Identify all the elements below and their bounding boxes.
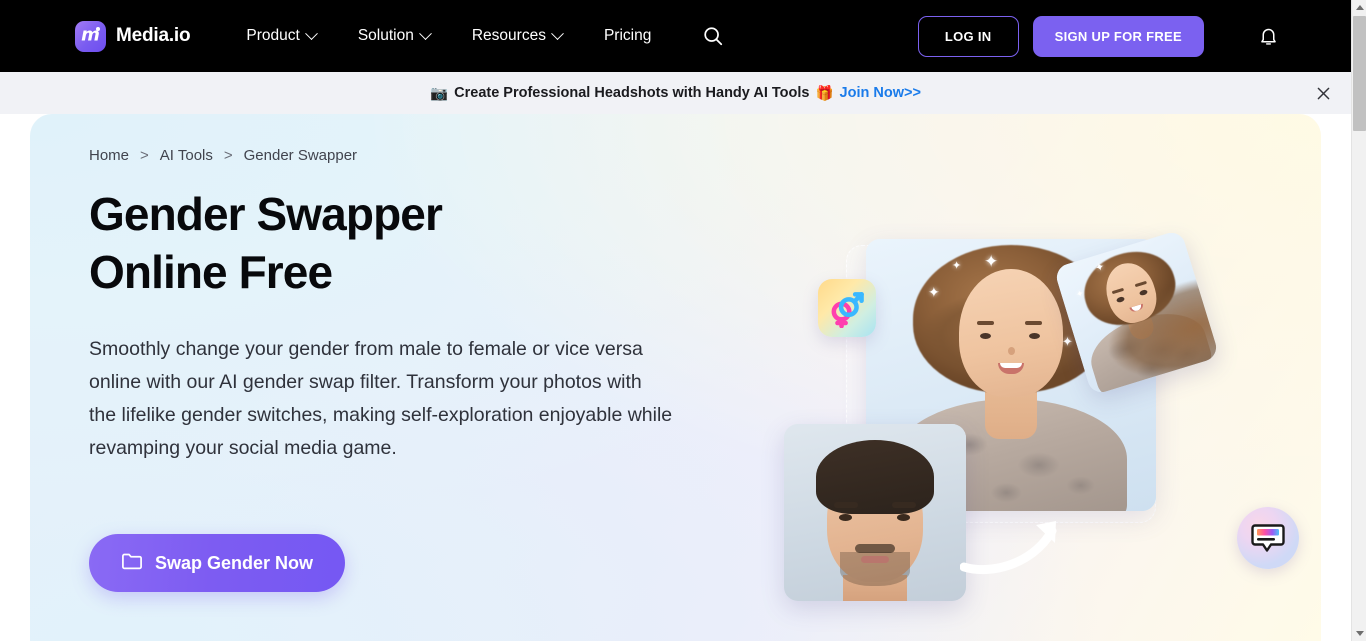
join-now-link[interactable]: Join Now>> [840,85,921,101]
chevron-down-icon [304,26,318,40]
logo-dot [96,26,100,31]
breadcrumb-item-gender-swapper: Gender Swapper [243,147,358,164]
scrollbar-thumb[interactable] [1353,16,1366,131]
vertical-scrollbar[interactable] [1351,0,1366,641]
promo-message: 📷 Create Professional Headshots with Han… [430,85,921,102]
login-button[interactable]: LOG IN [917,15,1019,57]
nav-label: Pricing [603,27,652,44]
bell-icon[interactable] [1251,19,1285,53]
main-navigation: Product Solution Resources Pricing [225,0,730,72]
swap-gender-now-button[interactable]: Swap Gender Now [89,534,345,592]
nav-label: Resources [471,27,546,44]
chevron-down-icon [418,26,432,40]
scroll-up-arrow[interactable] [1352,0,1366,15]
close-icon[interactable] [1311,81,1335,105]
chat-support-button[interactable] [1237,507,1299,569]
scroll-down-arrow[interactable] [1352,626,1366,641]
breadcrumb-item-home[interactable]: Home [89,147,129,164]
auth-actions: LOG IN SIGN UP FOR FREE [917,15,1285,57]
page-right-edge [1336,114,1351,641]
breadcrumb: Home > AI Tools > Gender Swapper [89,147,357,164]
portrait-face [959,269,1063,397]
breadcrumb-item-ai-tools[interactable]: AI Tools [160,147,213,164]
page-root: m Media.io Product Solution Resources Pr… [0,0,1366,641]
site-header: m Media.io Product Solution Resources Pr… [0,0,1351,72]
breadcrumb-separator: > [223,147,233,164]
promo-banner: 📷 Create Professional Headshots with Han… [0,72,1351,114]
promo-text-label: Create Professional Headshots with Handy… [454,85,810,101]
nav-item-product[interactable]: Product [225,0,336,72]
male-moustache [855,544,895,553]
curved-arrow-icon [959,509,1080,579]
search-icon[interactable] [696,19,730,53]
gender-symbols-icon [818,279,876,337]
folder-icon [121,551,143,576]
nav-item-pricing[interactable]: Pricing [583,0,672,72]
media-io-logo-icon: m [75,20,106,52]
hero-section: Home > AI Tools > Gender Swapper Gender … [30,114,1321,641]
nav-item-resources[interactable]: Resources [451,0,583,72]
logo-letter: m [81,24,100,46]
male-portrait-image [784,424,966,601]
camera-icon: 📷 [430,85,449,102]
page-title: Gender Swapper Online Free [89,188,443,298]
male-mouth [861,556,889,563]
nav-label: Solution [357,27,414,44]
hero-artwork: ✦ ✦ ✦ ✦ ✦ ✦ [720,114,1320,641]
chevron-down-icon [551,26,564,40]
chat-bubble-icon [1251,524,1285,552]
brand-name: Media.io [116,25,191,46]
brand-logo[interactable]: m Media.io [75,20,191,52]
cta-label: Swap Gender Now [154,552,314,573]
gift-icon: 🎁 [815,85,834,102]
nav-label: Product [246,27,300,44]
signup-button[interactable]: SIGN UP FOR FREE [1032,15,1204,57]
hero-description: Smoothly change your gender from male to… [89,338,673,459]
breadcrumb-separator: > [140,147,149,164]
nav-item-solution[interactable]: Solution [337,0,451,72]
